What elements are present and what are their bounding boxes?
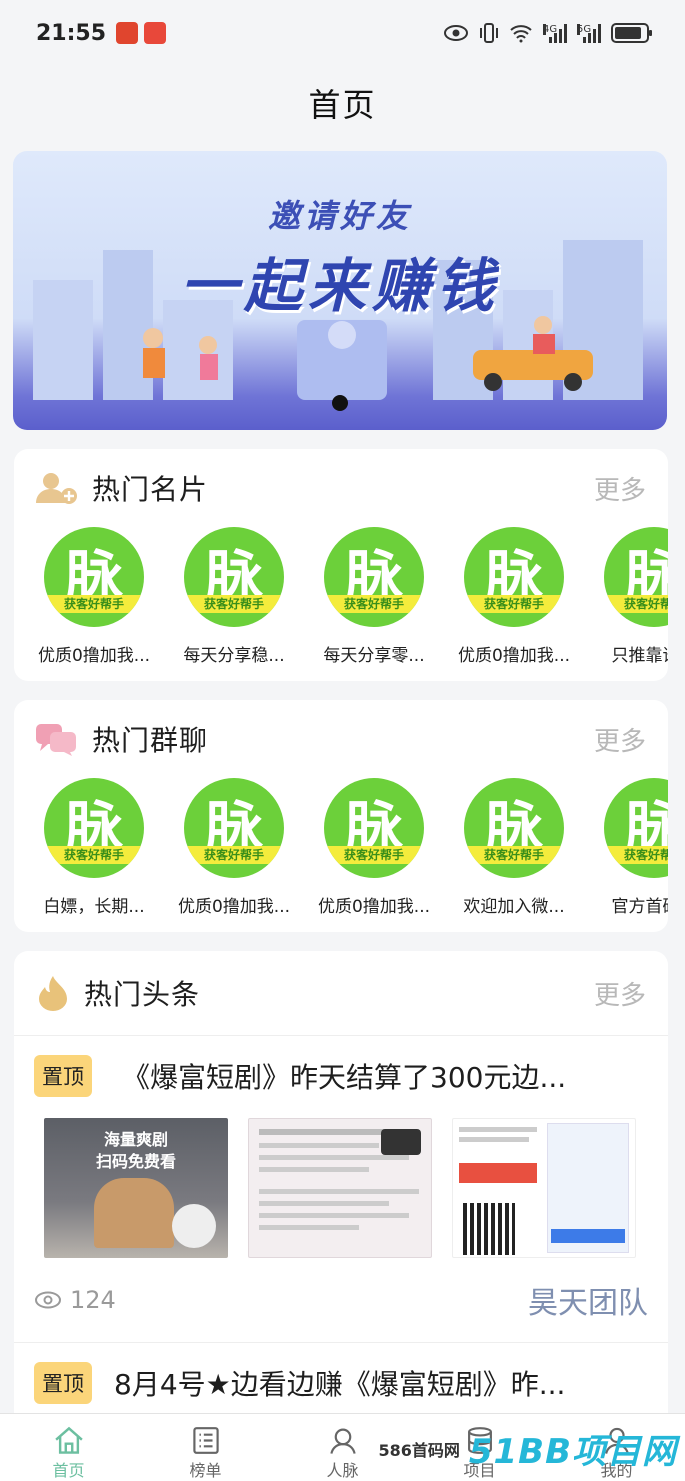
group-item[interactable]: 脉获客好帮手欢迎加入微... [444,778,584,917]
news-item[interactable]: 置顶 8月4号★边看边赚《爆富短剧》昨... [14,1342,668,1421]
news-thumbnails: 海量爽剧 扫码免费看 [34,1118,648,1258]
card-item[interactable]: 脉获客好帮手优质0撸加我... [444,527,584,666]
banner-headline: 一起来赚钱 [179,252,500,320]
author-name[interactable]: 昊天团队 [528,1278,648,1322]
hot-cards-section: 热门名片 更多 脉获客好帮手优质0撸加我... 脉获客好帮手每天分享稳... 脉… [14,449,668,681]
thumbnail-screenshot[interactable] [248,1118,432,1258]
news-title: 《爆富短剧》昨天结算了300元边... [122,1061,567,1094]
group-item[interactable]: 脉获客好帮手优质0撸加我... [304,778,444,917]
more-link[interactable]: 更多 [594,975,646,1012]
home-icon [54,1426,83,1454]
avatar: 脉获客好帮手 [324,527,424,627]
vibrate-icon [480,23,498,43]
hot-groups-section: 热门群聊 更多 脉获客好帮手白嫖，长期... 脉获客好帮手优质0撸加我... 脉… [14,700,668,932]
card-name: 只推靠谱项 [611,646,669,666]
section-title: 热门群聊 [92,724,209,757]
card-item[interactable]: 脉获客好帮手每天分享零... [304,527,444,666]
card-name: 每天分享零... [323,646,425,666]
card-name: 优质0撸加我... [457,646,571,666]
group-name: 优质0撸加我... [317,897,431,917]
group-name: 官方首码发 [611,897,669,917]
card-item[interactable]: 脉获客好帮手每天分享稳... [164,527,304,666]
news-title: 8月4号★边看边赚《爆富短剧》昨... [114,1368,566,1401]
view-count: 124 [70,1286,116,1314]
list-icon [192,1427,219,1454]
banner-pager-dot[interactable] [332,395,348,411]
cards-carousel[interactable]: 脉获客好帮手优质0撸加我... 脉获客好帮手每天分享稳... 脉获客好帮手每天分… [14,527,668,666]
eye-icon [444,25,468,41]
avatar: 脉获客好帮手 [464,527,564,627]
avatar: 脉获客好帮手 [44,527,144,627]
tab-home[interactable]: 首页 [0,1414,137,1481]
group-name: 欢迎加入微... [463,897,565,917]
card-item[interactable]: 脉获客好帮手只推靠谱项 [584,527,668,666]
more-link[interactable]: 更多 [594,721,646,758]
add-person-icon [36,473,77,504]
thumbnail-poster[interactable]: 海量爽剧 扫码免费看 [44,1118,228,1258]
card-name: 优质0撸加我... [37,646,151,666]
banner-subtitle: 邀请好友 [267,197,412,235]
battery-icon [611,23,652,43]
avatar: 脉获客好帮手 [44,778,144,878]
pinned-badge: 置顶 [34,1055,92,1097]
wifi-icon [510,25,532,43]
avatar: 脉获客好帮手 [184,527,284,627]
section-title: 热门名片 [92,473,209,506]
news-item[interactable]: 置顶 《爆富短剧》昨天结算了300元边... 海量爽剧 扫码免费看 124 昊天… [14,1035,668,1342]
page-title: 首页 [308,86,377,124]
contacts-icon [329,1428,356,1454]
thumbnail-qrcode[interactable] [452,1118,636,1258]
tab-list[interactable]: 榜单 [137,1414,274,1481]
avatar: 脉获客好帮手 [464,778,564,878]
views-eye-icon [35,1291,61,1309]
group-item[interactable]: 脉获客好帮手优质0撸加我... [164,778,304,917]
avatar: 脉获客好帮手 [324,778,424,878]
group-name: 白嫖，长期... [43,897,145,917]
group-name: 优质0撸加我... [177,897,291,917]
avatar: 脉获客好帮手 [604,527,668,627]
avatar: 脉获客好帮手 [604,778,668,878]
card-item[interactable]: 脉获客好帮手优质0撸加我... [24,527,164,666]
signal-5g-icon: 5G [577,23,601,43]
watermark: 586首码网 51BB项目网 [375,1424,677,1473]
flame-icon [39,976,67,1011]
chat-bubbles-icon [36,724,76,756]
group-item[interactable]: 脉获客好帮手官方首码发 [584,778,668,917]
notification-app-icon [116,22,139,44]
promo-banner[interactable]: 邀请好友 一起来赚钱 [13,151,667,430]
status-time: 21:55 [36,20,107,46]
bottom-tab-bar: 首页 榜单 人脉 项目 我的 586首码网 51BB项目网 [0,1413,685,1481]
signal-4g-icon: 4G [543,23,567,43]
group-item[interactable]: 脉获客好帮手白嫖，长期... [24,778,164,917]
groups-carousel[interactable]: 脉获客好帮手白嫖，长期... 脉获客好帮手优质0撸加我... 脉获客好帮手优质0… [14,778,668,917]
section-title: 热门头条 [84,978,201,1011]
notification-book-icon [144,22,167,44]
status-bar: 21:55 4G 5G [0,0,685,66]
avatar: 脉获客好帮手 [184,778,284,878]
card-name: 每天分享稳... [183,646,285,666]
more-link[interactable]: 更多 [594,470,646,507]
pinned-badge: 置顶 [34,1362,92,1404]
hot-news-section: 热门头条 更多 置顶 《爆富短剧》昨天结算了300元边... 海量爽剧 扫码免费… [14,951,668,1421]
